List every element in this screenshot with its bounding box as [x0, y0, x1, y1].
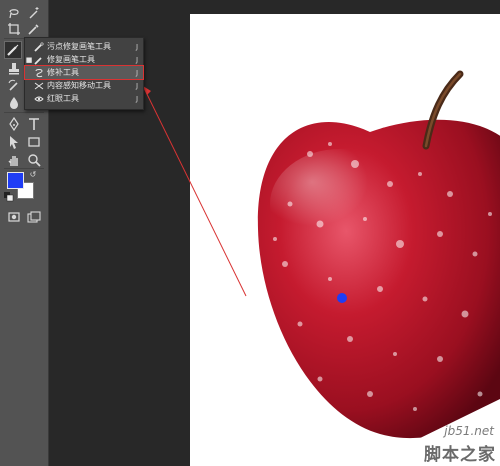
- flyout-item-red-eye[interactable]: 红眼工具 J: [25, 92, 143, 105]
- flyout-item-label: 内容感知移动工具: [47, 81, 111, 90]
- healing-brush-icon: [33, 55, 45, 65]
- healing-tools-flyout: 污点修复画笔工具 J ■ 修复画笔工具 J 修补工具 J 内容感知移动工具 J …: [24, 37, 144, 110]
- red-eye-icon: [33, 94, 45, 104]
- flyout-item-content-aware-move[interactable]: 内容感知移动工具 J: [25, 79, 143, 92]
- flyout-item-label: 红眼工具: [47, 94, 79, 103]
- flyout-item-label: 污点修复画笔工具: [47, 42, 111, 51]
- shortcut-key: J: [135, 81, 139, 90]
- content-aware-move-icon: [33, 81, 45, 91]
- current-tool-bullet: ■: [25, 55, 33, 64]
- watermark-site: jb51.net: [444, 424, 494, 438]
- flyout-item-label: 修复画笔工具: [47, 55, 95, 64]
- watermark-text: 脚本之家: [424, 445, 496, 465]
- flyout-item-patch-tool[interactable]: 修补工具 J: [24, 65, 144, 80]
- shortcut-key: J: [135, 42, 139, 51]
- patch-icon: [33, 68, 45, 78]
- shortcut-key: J: [135, 68, 139, 77]
- shortcut-key: J: [135, 55, 139, 64]
- spot-healing-brush-icon: [33, 41, 45, 52]
- flyout-item-healing-brush[interactable]: ■ 修复画笔工具 J: [25, 53, 143, 66]
- shortcut-key: J: [135, 94, 139, 103]
- watermark: jb51.net 脚本之家: [360, 400, 500, 466]
- flyout-item-label: 修补工具: [47, 68, 79, 77]
- flyout-item-spot-healing[interactable]: 污点修复画笔工具 J: [25, 40, 143, 53]
